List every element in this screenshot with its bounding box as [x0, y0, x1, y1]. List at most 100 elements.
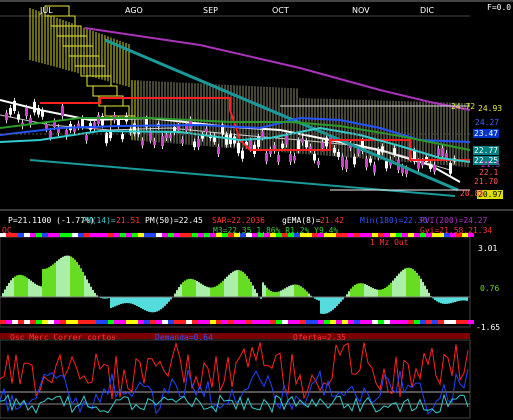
- osc-bar-positive: [306, 291, 308, 297]
- osc-bar-negative: [120, 297, 122, 305]
- osc-bar-positive: [50, 265, 52, 297]
- osc-bar-positive: [370, 287, 372, 297]
- candle-body: [281, 143, 284, 149]
- osc-bar-positive: [234, 270, 236, 297]
- osc-bar-positive: [86, 279, 88, 297]
- osc-bar-positive: [360, 283, 362, 297]
- signal-cell: [462, 320, 468, 324]
- signal-cell: [48, 320, 54, 324]
- osc-bar-positive: [282, 289, 284, 297]
- osc-bar-positive: [264, 285, 266, 297]
- osc-bar-positive: [42, 269, 44, 297]
- osc-bar-positive: [404, 268, 406, 297]
- candle-body: [365, 158, 368, 168]
- signal-cell: [390, 233, 396, 237]
- candle-body: [93, 122, 96, 129]
- axis-tag-v4: 22.77: [473, 146, 500, 155]
- osc-bar-positive: [390, 282, 392, 297]
- osc-bar-positive: [20, 274, 22, 297]
- osc-bar-positive: [426, 289, 428, 297]
- osc-bar-positive: [240, 270, 242, 297]
- signal-cell: [162, 320, 168, 324]
- osc-bar-negative: [140, 297, 142, 309]
- candle-body: [97, 115, 100, 125]
- month-label-nov: NOV: [352, 6, 370, 15]
- osc-bar-positive: [302, 287, 304, 297]
- osc-bar-negative: [124, 297, 126, 304]
- osc-bar-positive: [288, 286, 290, 297]
- osc-bar-positive: [262, 282, 264, 297]
- signal-cell: [114, 233, 120, 237]
- osc-axis-bottom: -1.65: [476, 323, 501, 332]
- month-label-jul: JUL: [40, 6, 53, 15]
- signal-cell: [378, 233, 384, 237]
- signal-cell: [306, 320, 312, 324]
- signal-cell: [144, 233, 150, 237]
- osc-bar-positive: [284, 288, 286, 297]
- signal-cell: [168, 320, 174, 324]
- osc-bar-positive: [364, 284, 366, 297]
- osc-bar-negative: [438, 297, 440, 303]
- signal-cell: [324, 320, 330, 324]
- osc-bar-negative: [336, 297, 338, 307]
- osc-bar-negative: [150, 297, 152, 313]
- gema-value: 21.42: [320, 216, 345, 225]
- osc-bar-positive: [300, 286, 302, 297]
- signal-cell: [384, 320, 390, 324]
- osc-tag: OC: [2, 226, 12, 235]
- osc-bar-positive: [428, 292, 430, 297]
- osc-bar-positive: [58, 259, 60, 297]
- candle-body: [81, 118, 84, 127]
- month-label-oct: OCT: [272, 6, 289, 15]
- osc-bar-negative: [436, 297, 438, 302]
- candle-body: [161, 136, 164, 146]
- osc-bar-positive: [366, 285, 368, 297]
- signal-cell: [258, 320, 264, 324]
- osc-bar-positive: [294, 284, 296, 297]
- signal-cell: [366, 320, 372, 324]
- osc-bar-positive: [178, 287, 180, 297]
- osc-bar-negative: [456, 297, 458, 302]
- signal-cell: [180, 320, 186, 324]
- candle-body: [449, 162, 452, 174]
- osc-bar-negative: [156, 297, 158, 312]
- signal-cell: [12, 320, 18, 324]
- signal-cell: [342, 233, 348, 237]
- osc-bar-positive: [376, 289, 378, 297]
- osc-bar-positive: [220, 282, 222, 297]
- osc-bar-positive: [18, 274, 20, 297]
- osc-bar-positive: [420, 278, 422, 297]
- osc-bar-negative: [450, 297, 452, 304]
- candle-body: [337, 151, 340, 157]
- osc-bar-positive: [182, 282, 184, 297]
- osc-bar-positive: [44, 268, 46, 297]
- candle-body: [237, 142, 240, 154]
- signal-cell: [120, 320, 126, 324]
- osc-bar-positive: [368, 286, 370, 297]
- candle-body: [421, 161, 424, 166]
- osc-bar-negative: [142, 297, 144, 310]
- osc-bar-positive: [218, 284, 220, 297]
- osc-bar-positive: [236, 270, 238, 297]
- signal-cell: [390, 320, 396, 324]
- osc-bar-positive: [66, 255, 68, 297]
- osc-bar-negative: [152, 297, 154, 313]
- osc-bar-negative: [324, 297, 326, 314]
- candle-body: [121, 134, 124, 140]
- osc-bar-negative: [320, 297, 322, 314]
- osc-bar-positive: [222, 280, 224, 297]
- osc-bar-positive: [410, 268, 412, 297]
- signal-cell: [132, 233, 138, 237]
- candle-body: [33, 101, 36, 113]
- osc-bar-positive: [28, 279, 30, 297]
- osc-bar-positive: [60, 257, 62, 297]
- signal-cell: [0, 320, 6, 324]
- osc-bar-positive: [90, 286, 92, 297]
- osc-bar-positive: [350, 288, 352, 297]
- osc-bar-negative: [166, 297, 168, 304]
- signal-color-bar-bottom: [0, 320, 474, 324]
- osc-bar-positive: [78, 264, 80, 297]
- price-chart[interactable]: [0, 0, 513, 420]
- osc-bar-positive: [32, 282, 34, 297]
- osc-bar-positive: [416, 272, 418, 297]
